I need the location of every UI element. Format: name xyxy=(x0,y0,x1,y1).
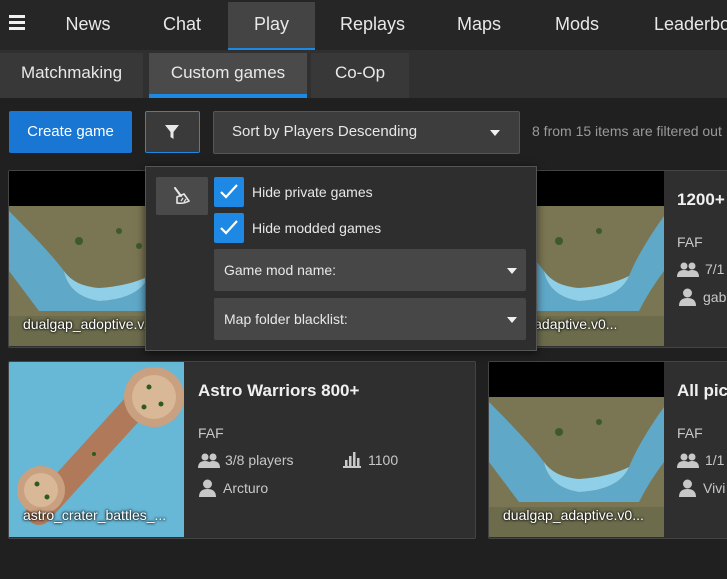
featured-mod: FAF xyxy=(198,425,224,441)
map-folder-blacklist-label: Map folder blacklist: xyxy=(224,311,348,327)
game-title: All pic xyxy=(677,381,727,400)
tab-maps[interactable]: Maps xyxy=(434,2,524,50)
map-name: dualgap_adoptive.v... xyxy=(23,316,156,332)
players-icon xyxy=(198,453,220,468)
map-name: astro_crater_battles_... xyxy=(23,507,167,523)
create-game-button[interactable]: Create game xyxy=(9,111,132,153)
reset-filters-button[interactable] xyxy=(156,177,208,215)
broom-icon xyxy=(174,187,191,205)
game-rating: 1100 xyxy=(368,452,399,468)
host-name: Vivi xyxy=(703,480,726,496)
check-icon xyxy=(220,184,238,199)
featured-mod: FAF xyxy=(677,425,703,441)
filter-button[interactable] xyxy=(145,111,200,153)
checkbox-checked xyxy=(214,177,244,207)
players-count: 1/1 xyxy=(705,452,725,468)
players-count: 3/8 players xyxy=(225,452,294,468)
tab-matchmaking[interactable]: Matchmaking xyxy=(0,53,143,98)
game-card[interactable]: dualgap_adaptive.v0... All pic FAF 1/1 V… xyxy=(488,361,727,539)
funnel-icon xyxy=(165,125,179,139)
filter-popup: Hide private games Hide modded games Gam… xyxy=(145,166,537,351)
play-subnavigation: Matchmaking Custom games Co-Op xyxy=(0,50,727,98)
tab-replays[interactable]: Replays xyxy=(325,2,420,50)
players-count: 7/1 xyxy=(705,261,725,277)
tab-chat[interactable]: Chat xyxy=(137,2,227,50)
hamburger-icon[interactable] xyxy=(9,15,25,31)
game-card[interactable]: astro_crater_battles_... Astro Warriors … xyxy=(8,361,476,539)
sort-label: Sort by Players Descending xyxy=(232,123,418,140)
map-name: dualgap_adaptive.v0... xyxy=(503,507,644,523)
tab-play[interactable]: Play xyxy=(228,2,315,50)
map-preview: astro_crater_battles_... xyxy=(9,362,184,537)
filter-status-text: 8 from 15 items are filtered out xyxy=(532,123,722,139)
tab-custom-games[interactable]: Custom games xyxy=(149,53,307,98)
players-icon xyxy=(677,453,699,468)
map-preview: dualgap_adaptive.v0... xyxy=(489,362,664,537)
host-icon xyxy=(199,479,216,497)
host-name: gab xyxy=(703,289,727,305)
players-icon xyxy=(677,262,699,277)
host-icon xyxy=(679,479,696,497)
chevron-down-icon xyxy=(507,268,517,274)
map-folder-blacklist-combobox[interactable]: Map folder blacklist: xyxy=(214,298,526,340)
game-mod-name-combobox[interactable]: Game mod name: xyxy=(214,249,526,291)
check-icon xyxy=(220,220,238,235)
tab-co-op[interactable]: Co-Op xyxy=(311,53,409,98)
hide-private-checkbox[interactable]: Hide private games xyxy=(214,177,514,209)
chevron-down-icon xyxy=(490,130,500,136)
tab-news[interactable]: News xyxy=(44,2,132,50)
host-name: Arcturo xyxy=(223,480,269,496)
chevron-down-icon xyxy=(507,317,517,323)
featured-mod: FAF xyxy=(677,234,703,250)
hide-private-label: Hide private games xyxy=(252,184,373,200)
hide-modded-label: Hide modded games xyxy=(252,220,382,236)
checkbox-checked xyxy=(214,213,244,243)
game-title: 1200+ xyxy=(677,190,725,209)
rating-chart-icon xyxy=(343,452,361,468)
main-navigation: News Chat Play Replays Maps Mods Leaderb… xyxy=(0,0,727,50)
tab-leaderboards[interactable]: Leaderboards xyxy=(645,2,727,50)
game-mod-name-label: Game mod name: xyxy=(224,262,337,278)
tab-mods[interactable]: Mods xyxy=(532,2,622,50)
game-title: Astro Warriors 800+ xyxy=(198,381,360,400)
sort-dropdown[interactable]: Sort by Players Descending xyxy=(213,111,520,154)
host-icon xyxy=(679,288,696,306)
hide-modded-checkbox[interactable]: Hide modded games xyxy=(214,213,514,245)
